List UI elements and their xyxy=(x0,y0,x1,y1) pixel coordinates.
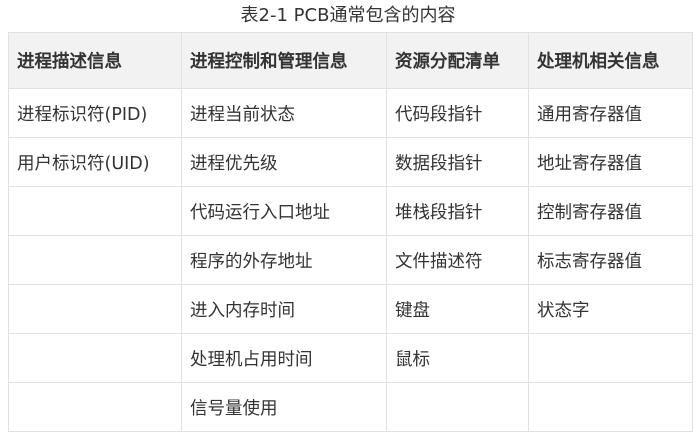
document-page: 表2-1 PCB通常包含的内容 进程描述信息 进程控制和管理信息 资源分配清单 … xyxy=(0,0,696,434)
table-cell: 地址寄存器值 xyxy=(528,137,693,187)
table-row: 信号量使用 xyxy=(8,382,693,432)
table-cell xyxy=(8,186,182,236)
table-cell xyxy=(528,382,693,432)
table-cell: 进程当前状态 xyxy=(181,88,387,138)
table-row: 用户标识符(UID) 进程优先级 数据段指针 地址寄存器值 xyxy=(8,137,693,187)
table-row: 处理机占用时间 鼠标 xyxy=(8,333,693,383)
table-cell: 数据段指针 xyxy=(386,137,529,187)
table-caption: 表2-1 PCB通常包含的内容 xyxy=(240,5,456,26)
table-cell xyxy=(8,333,182,383)
table-cell xyxy=(528,333,693,383)
table-cell: 标志寄存器值 xyxy=(528,235,693,285)
pcb-content-table: 进程描述信息 进程控制和管理信息 资源分配清单 处理机相关信息 进程标识符(PI… xyxy=(8,32,693,432)
header-process-description: 进程描述信息 xyxy=(8,32,182,89)
header-processor-related: 处理机相关信息 xyxy=(528,32,693,89)
table-cell: 处理机占用时间 xyxy=(181,333,387,383)
table-cell: 进程标识符(PID) xyxy=(8,88,182,138)
table-cell: 堆栈段指针 xyxy=(386,186,529,236)
table-row: 进程标识符(PID) 进程当前状态 代码段指针 通用寄存器值 xyxy=(8,88,693,138)
table-cell xyxy=(8,284,182,334)
table-cell: 进入内存时间 xyxy=(181,284,387,334)
table-cell xyxy=(8,382,182,432)
table-cell: 程序的外存地址 xyxy=(181,235,387,285)
table-header-row: 进程描述信息 进程控制和管理信息 资源分配清单 处理机相关信息 xyxy=(8,32,693,89)
table-cell: 键盘 xyxy=(386,284,529,334)
table-cell: 代码运行入口地址 xyxy=(181,186,387,236)
table-row: 代码运行入口地址 堆栈段指针 控制寄存器值 xyxy=(8,186,693,236)
table-cell: 鼠标 xyxy=(386,333,529,383)
header-resource-allocation: 资源分配清单 xyxy=(386,32,529,89)
header-process-control-management: 进程控制和管理信息 xyxy=(181,32,387,89)
table-row: 进入内存时间 键盘 状态字 xyxy=(8,284,693,334)
table-cell: 代码段指针 xyxy=(386,88,529,138)
table-cell: 进程优先级 xyxy=(181,137,387,187)
table-cell: 状态字 xyxy=(528,284,693,334)
table-row: 程序的外存地址 文件描述符 标志寄存器值 xyxy=(8,235,693,285)
table-cell: 控制寄存器值 xyxy=(528,186,693,236)
table-cell: 信号量使用 xyxy=(181,382,387,432)
table-cell xyxy=(386,382,529,432)
table-cell: 用户标识符(UID) xyxy=(8,137,182,187)
table-cell: 文件描述符 xyxy=(386,235,529,285)
table-cell xyxy=(8,235,182,285)
table-cell: 通用寄存器值 xyxy=(528,88,693,138)
